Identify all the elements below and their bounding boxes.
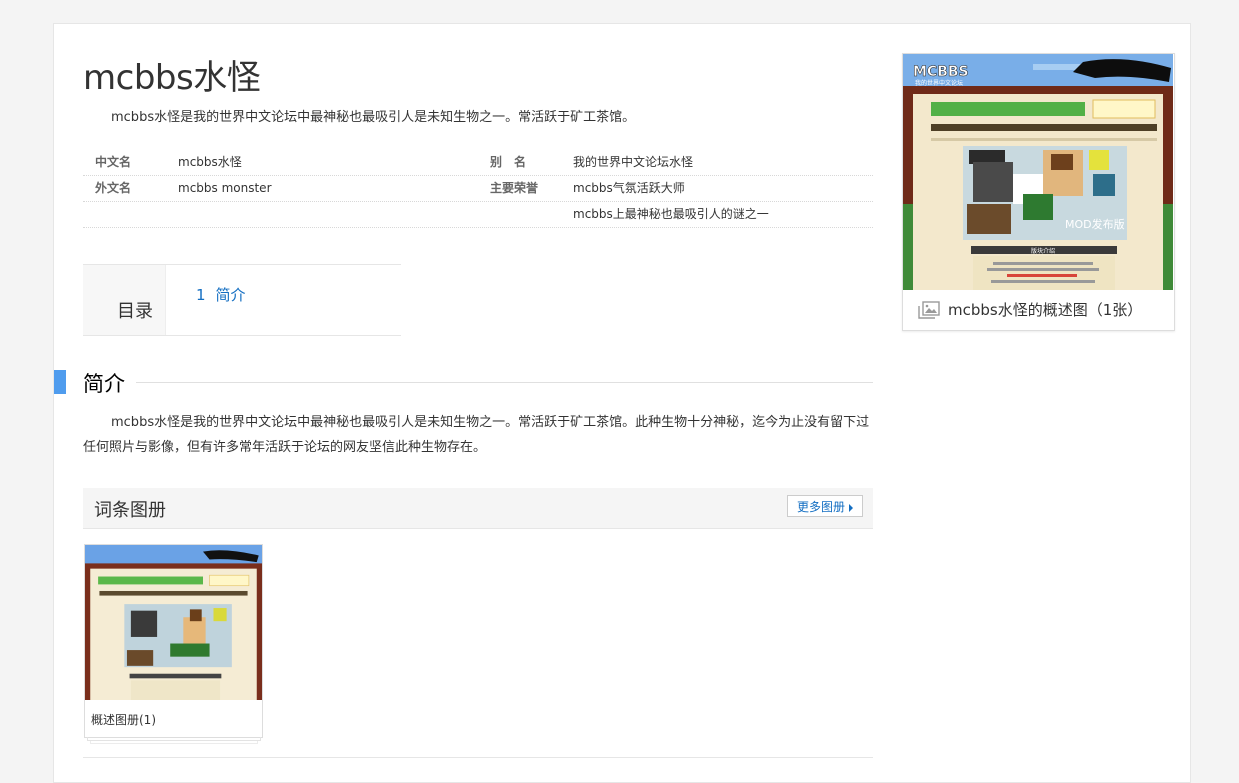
picture-icon [918,300,940,319]
article-page: mcbbs水怪 mcbbs水怪是我的世界中文论坛中最神秘也最吸引人是未知生物之一… [53,23,1191,783]
info-value: 我的世界中文论坛水怪 [573,155,694,169]
section-heading: 简介 [54,370,873,396]
arrow-right-icon [849,503,853,512]
more-albums-button[interactable]: 更多图册 [787,495,863,517]
page-title: mcbbs水怪 [83,58,261,98]
info-row: 中文名 mcbbs水怪 别 名 我的世界中文论坛水怪 [83,150,873,176]
info-value: mcbbs气氛活跃大师 [573,181,685,195]
toc-label: 目录 [83,265,166,335]
summary-image-caption: mcbbs水怪的概述图（1张） [918,299,1142,320]
info-value: mcbbs上最神秘也最吸引人的谜之一 [573,207,769,221]
album-card[interactable]: 概述图册(1) [84,544,263,738]
album-stack-edge [90,741,258,744]
info-row: 外文名 mcbbs monster 主要荣誉 mcbbs气氛活跃大师 [83,176,873,202]
album-thumbnail [85,545,262,700]
info-row: mcbbs上最神秘也最吸引人的谜之一 [83,202,873,228]
section-divider [136,382,873,383]
svg-text:我的世界中文论坛: 我的世界中文论坛 [915,79,963,87]
info-name: 别 名 [490,155,527,169]
album-title: 词条图册 [94,500,166,521]
article-summary: mcbbs水怪是我的世界中文论坛中最神秘也最吸引人是未知生物之一。常活跃于矿工茶… [111,110,636,125]
info-name [478,202,573,227]
info-value: mcbbs水怪 [178,155,242,169]
section-divider [83,757,873,758]
info-name: 中文名 [95,155,132,169]
section-marker [54,370,66,394]
info-name: 外文名 [95,181,132,195]
svg-text:MOD发布版: MOD发布版 [1065,217,1125,231]
section-paragraph: mcbbs水怪是我的世界中文论坛中最神秘也最吸引人是未知生物之一。常活跃于矿工茶… [83,415,870,455]
info-name [83,202,178,227]
toc-item-intro[interactable]: 1 简介 [166,265,246,335]
svg-text:MCBBS: MCBBS [913,64,969,80]
svg-text:版块介绍: 版块介绍 [1031,247,1055,255]
toc-item-number: 1 [196,286,206,304]
basic-info-table: 中文名 mcbbs水怪 别 名 我的世界中文论坛水怪 外文名 mcbbs mon… [83,150,873,228]
info-value [178,202,478,227]
album-caption: 概述图册(1) [91,713,156,727]
info-name: 主要荣誉 [490,181,539,195]
toc-item-label: 简介 [215,286,246,304]
album-header: 词条图册 更多图册 [83,488,873,529]
section-title: 简介 [83,372,125,396]
table-of-contents: 目录 1 简介 [83,264,401,336]
summary-image: MCBBS 我的世界中文论坛 MOD发布版 版块介绍 [903,54,1173,290]
summary-image-card[interactable]: MCBBS 我的世界中文论坛 MOD发布版 版块介绍 mcbbs水怪的概述图（1… [902,53,1175,331]
info-value: mcbbs monster [178,181,272,195]
